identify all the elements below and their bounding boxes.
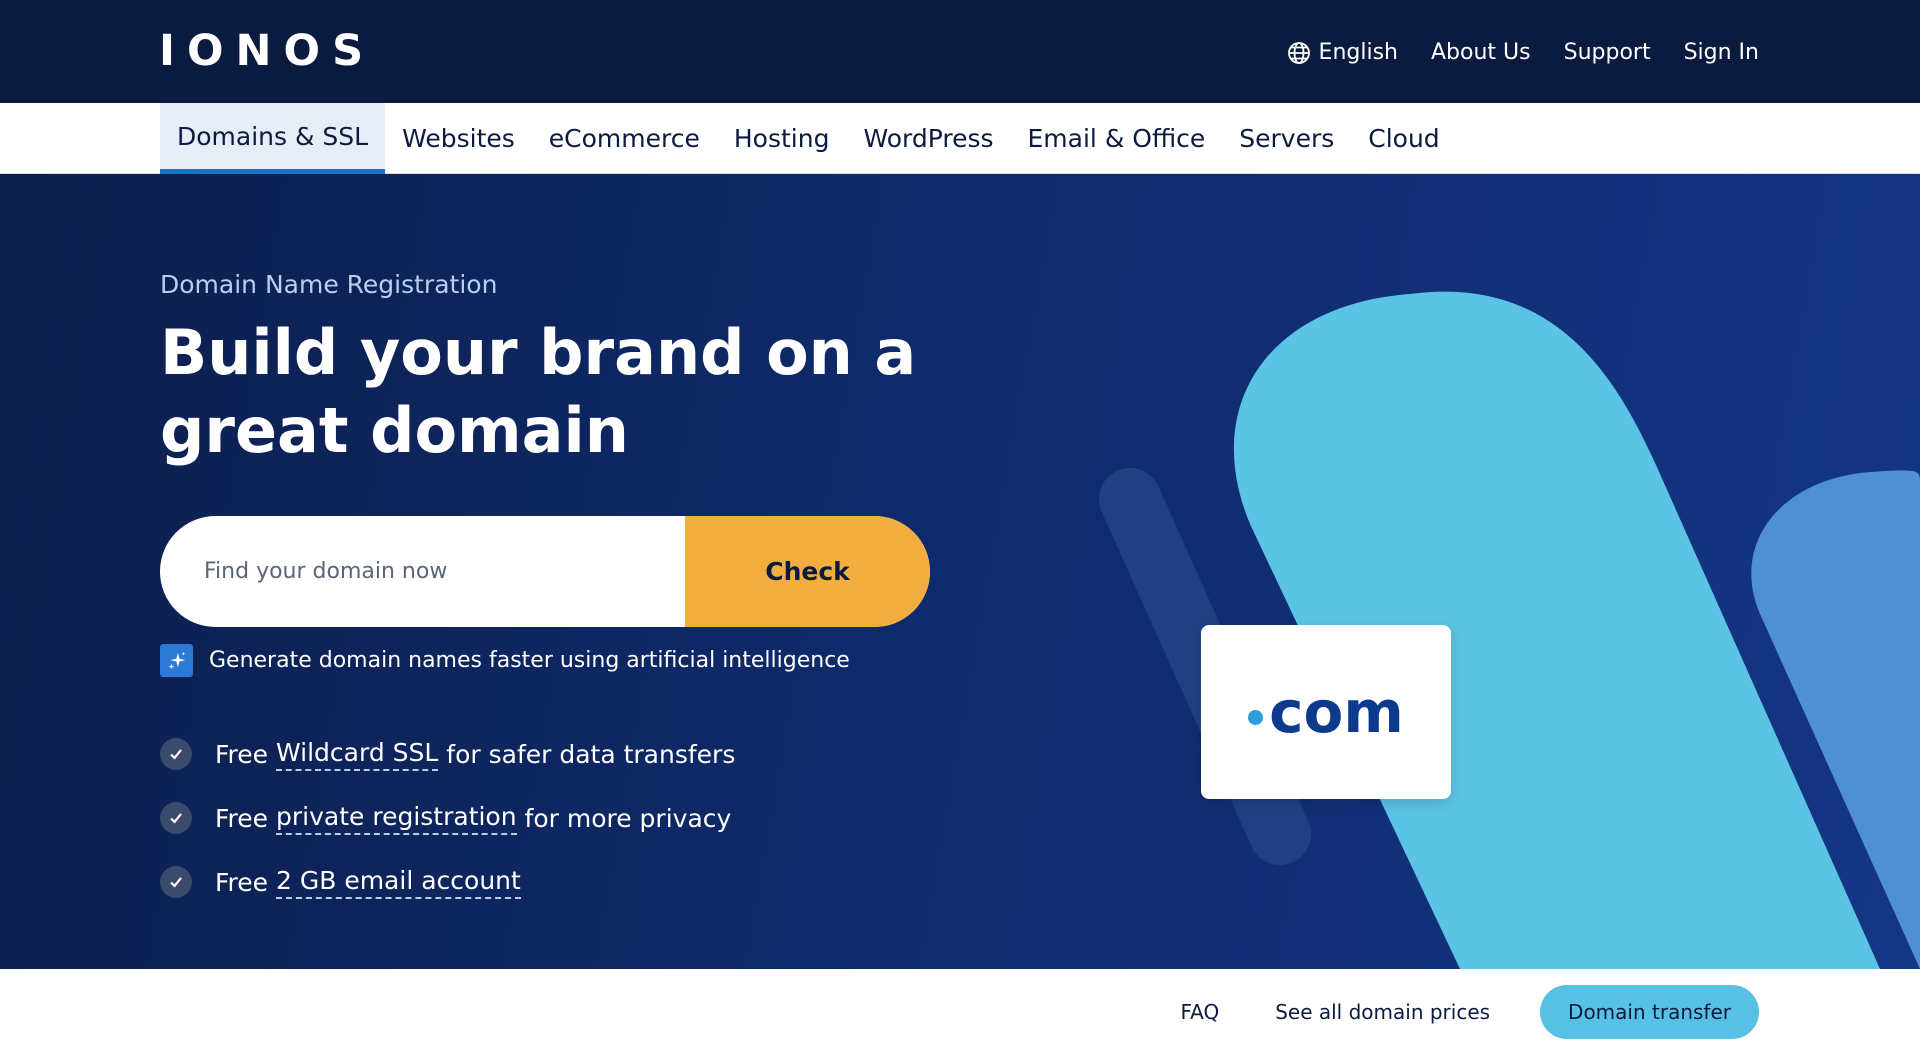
- check-button[interactable]: Check: [685, 516, 930, 627]
- wildcard-ssl-link[interactable]: Wildcard SSL: [276, 738, 439, 771]
- feature-suffix: for more privacy: [516, 803, 732, 833]
- domain-prices-link[interactable]: See all domain prices: [1275, 1000, 1490, 1024]
- top-bar: IONOS English About Us Support Sign In: [0, 0, 1920, 103]
- nav-item-email-office[interactable]: Email & Office: [1011, 103, 1223, 174]
- hero-section: Domain Name Registration Build your bran…: [0, 174, 1920, 969]
- feature-item: Free Wildcard SSL for safer data transfe…: [160, 722, 735, 786]
- checkmark-icon: [160, 866, 192, 898]
- domain-search-box: Check: [160, 516, 930, 627]
- ai-generator-link[interactable]: Generate domain names faster using artif…: [160, 644, 850, 677]
- tld-text: com: [1269, 678, 1404, 746]
- feature-prefix: Free: [215, 739, 276, 769]
- feature-item: Free private registration for more priva…: [160, 786, 735, 850]
- sparkle-icon: [160, 644, 193, 677]
- ai-generator-label: Generate domain names faster using artif…: [209, 648, 850, 673]
- feature-prefix: Free: [215, 803, 276, 833]
- ionos-logo[interactable]: IONOS: [159, 26, 375, 76]
- globe-icon: [1287, 41, 1310, 64]
- private-registration-link[interactable]: private registration: [276, 802, 517, 835]
- nav-item-websites[interactable]: Websites: [385, 103, 532, 174]
- language-selector[interactable]: English: [1287, 40, 1398, 65]
- dot-icon: [1248, 709, 1264, 725]
- feature-prefix: Free: [215, 867, 276, 897]
- hero-eyebrow: Domain Name Registration: [160, 270, 498, 299]
- nav-item-hosting[interactable]: Hosting: [717, 103, 847, 174]
- com-domain-card: com: [1201, 625, 1451, 799]
- faq-link[interactable]: FAQ: [1180, 1000, 1219, 1024]
- checkmark-icon: [160, 802, 192, 834]
- nav-item-wordpress[interactable]: WordPress: [846, 103, 1010, 174]
- nav-item-cloud[interactable]: Cloud: [1351, 103, 1456, 174]
- bottom-bar: FAQ See all domain prices Domain transfe…: [0, 969, 1920, 1055]
- feature-suffix: for safer data transfers: [438, 739, 736, 769]
- top-links: English About Us Support Sign In: [1287, 40, 1759, 65]
- about-us-link[interactable]: About Us: [1431, 40, 1531, 65]
- bottom-links: FAQ See all domain prices Domain transfe…: [1180, 985, 1759, 1039]
- main-nav: Domains & SSL Websites eCommerce Hosting…: [0, 103, 1920, 174]
- hero-headline: Build your brand on a great domain: [160, 316, 917, 467]
- nav-item-ecommerce[interactable]: eCommerce: [532, 103, 717, 174]
- sign-in-link[interactable]: Sign In: [1684, 40, 1759, 65]
- com-tld-label: com: [1248, 678, 1404, 746]
- feature-item: Free 2 GB email account: [160, 850, 735, 914]
- language-label: English: [1318, 40, 1398, 65]
- checkmark-icon: [160, 738, 192, 770]
- feature-list: Free Wildcard SSL for safer data transfe…: [160, 722, 735, 914]
- nav-item-domains-ssl[interactable]: Domains & SSL: [160, 103, 386, 174]
- email-account-link[interactable]: 2 GB email account: [276, 866, 521, 899]
- domain-transfer-button[interactable]: Domain transfer: [1540, 985, 1759, 1039]
- domain-search-input[interactable]: [160, 516, 685, 627]
- nav-item-servers[interactable]: Servers: [1222, 103, 1351, 174]
- support-link[interactable]: Support: [1564, 40, 1651, 65]
